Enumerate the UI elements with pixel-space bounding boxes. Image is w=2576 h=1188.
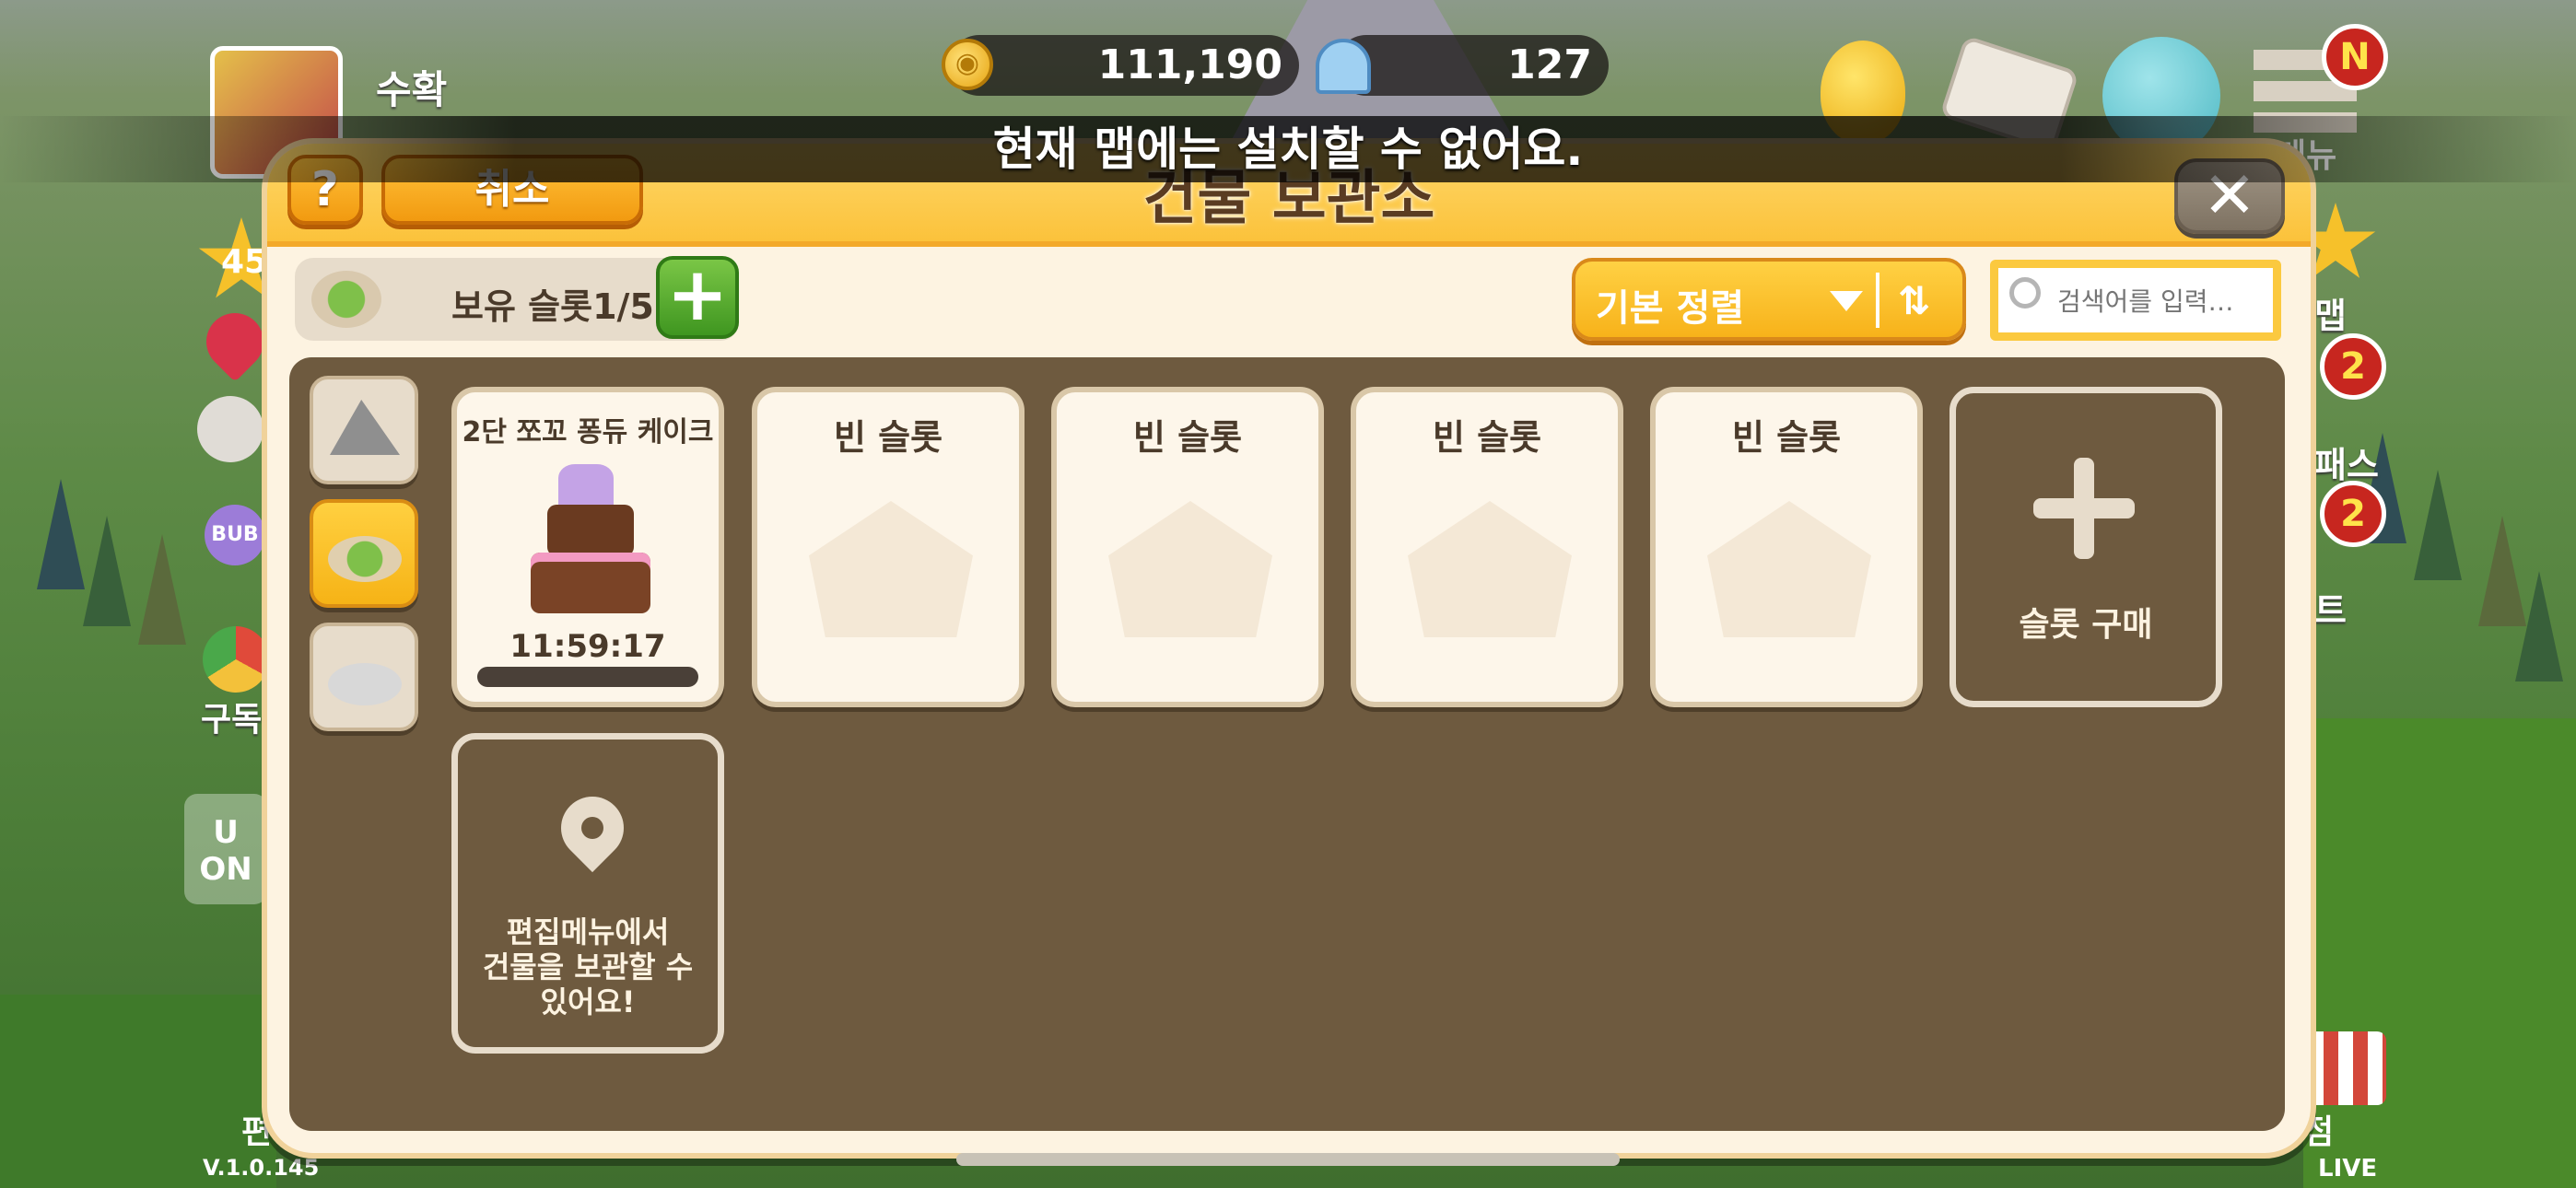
sort-dropdown[interactable]: 기본 정렬 ⇅: [1572, 258, 1966, 341]
event-label: 트: [2314, 590, 2347, 631]
bell-icon: [1316, 39, 1371, 94]
empty-slot-card[interactable]: 빈 슬롯: [1051, 387, 1324, 707]
empty-slot-card[interactable]: 빈 슬롯: [1351, 387, 1623, 707]
version-label: V.1.0.145: [203, 1155, 320, 1181]
left-event-badge[interactable]: U ON: [184, 794, 267, 904]
edit-hint-card: 편집메뉴에서 건물을 보관할 수 있어요!: [451, 733, 724, 1054]
coin-value: 111,190: [1097, 41, 1282, 88]
chevron-down-icon: [1830, 291, 1863, 311]
mountain-icon: [330, 400, 400, 455]
gem-value: 127: [1507, 41, 1592, 88]
building-icon: [328, 536, 402, 582]
pass-badge: 2: [2320, 333, 2386, 400]
map-label: 맵: [2314, 296, 2347, 336]
coin-icon: ◉: [942, 39, 993, 90]
pass-label: 패스: [2314, 445, 2379, 485]
menu-new-badge: N: [2322, 24, 2388, 90]
toast-message: 현재 맵에는 설치할 수 없어요.: [0, 116, 2576, 182]
house-placeholder-icon: [809, 501, 973, 637]
subscribe-label: 구독: [201, 701, 263, 739]
house-placeholder-icon: [1108, 501, 1272, 637]
cloud-icon[interactable]: [197, 396, 263, 462]
item-progress-bar: [477, 667, 698, 687]
empty-slot-card[interactable]: 빈 슬롯: [1650, 387, 1923, 707]
category-tab-mountain[interactable]: [310, 376, 418, 484]
category-tab-island[interactable]: [310, 623, 418, 731]
buy-slot-button[interactable]: 슬롯 구매: [1950, 387, 2222, 707]
sort-label: 기본 정렬: [1596, 287, 1745, 330]
subscribe-icon[interactable]: [203, 626, 269, 693]
search-icon: [2009, 277, 2041, 309]
empty-slot-label: 빈 슬롯: [1132, 417, 1243, 458]
divider: [1876, 273, 1879, 328]
coin-counter[interactable]: 111,190: [949, 35, 1299, 96]
event-badge: 2: [2320, 481, 2386, 547]
plus-icon-bar: [2033, 498, 2135, 518]
profile-name: 수확: [376, 67, 448, 112]
stored-item-card[interactable]: 2단 쪼꼬 퐁듀 케이크 11:59:17: [451, 387, 724, 707]
level-number: 45: [221, 243, 268, 281]
buy-slot-label: 슬롯 구매: [2019, 606, 2153, 644]
cake-icon: [531, 464, 650, 621]
home-indicator: [956, 1153, 1620, 1166]
sort-order-icon[interactable]: ⇅: [1898, 278, 1930, 323]
search-box[interactable]: [1990, 260, 2281, 341]
location-pin-dot: [581, 817, 603, 839]
item-title: 2단 쪼꼬 퐁듀 케이크: [462, 416, 714, 448]
slot-count-text: 보유 슬롯1/5: [451, 286, 654, 327]
empty-slot-label: 빈 슬롯: [1731, 417, 1842, 458]
bubble-icon[interactable]: BUB: [205, 505, 265, 565]
empty-slot-card[interactable]: 빈 슬롯: [752, 387, 1025, 707]
edit-hint-text: 편집메뉴에서 건물을 보관할 수 있어요!: [482, 914, 694, 1019]
house-placeholder-icon: [1408, 501, 1572, 637]
empty-slot-label: 빈 슬롯: [833, 417, 943, 458]
island-icon: [328, 663, 402, 705]
empty-slot-label: 빈 슬롯: [1432, 417, 1542, 458]
house-placeholder-icon: [1707, 501, 1871, 637]
search-input[interactable]: [2057, 279, 2269, 323]
add-slot-button[interactable]: +: [656, 256, 739, 339]
building-category-icon: [311, 271, 381, 328]
item-timer: 11:59:17: [509, 628, 666, 665]
category-tab-building[interactable]: [310, 499, 418, 608]
gem-counter[interactable]: 127: [1336, 35, 1609, 96]
slot-count-bar: 보유 슬롯1/5 +: [295, 256, 739, 341]
live-label: LIVE: [2318, 1155, 2378, 1182]
